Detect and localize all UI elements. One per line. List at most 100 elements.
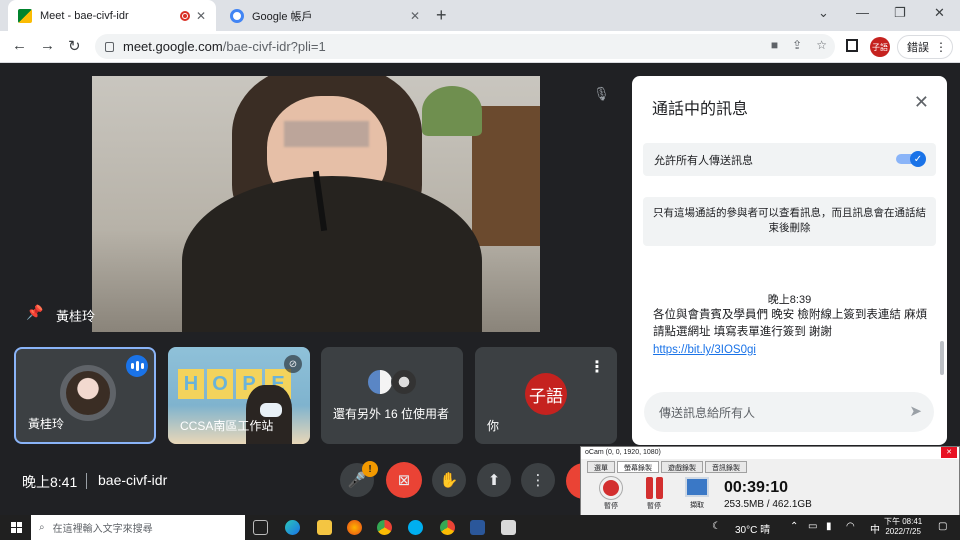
more-menu-icon: ⋮ [935, 40, 947, 54]
share-icon[interactable]: ⇪ [792, 38, 802, 52]
camera-icon[interactable]: ■ [771, 38, 778, 52]
camera-off-icon: ⊠ [397, 472, 411, 489]
taskbar: ⌕ 在這裡輸入文字來搜尋 ☾ 30°C 晴 ⌃ ▭ ▮ ◠ 中 下午 08:41… [0, 515, 960, 540]
close-window-icon[interactable]: ✕ [934, 5, 945, 21]
url-path: /bae-civf-idr?pli=1 [222, 39, 326, 54]
warning-badge: ! [362, 461, 378, 477]
minimize-icon[interactable]: — [856, 5, 869, 20]
lock-icon [105, 41, 114, 52]
mic-off-icon: ⊘ [284, 355, 302, 373]
task-view-icon[interactable] [253, 520, 268, 535]
ocam-window: oCam (0, 0, 1920, 1080) ✕ 選單 螢幕錄製 遊戲錄製 音… [580, 446, 960, 516]
address-bar[interactable]: meet.google.com/bae-civf-idr?pli=1 ■ ⇪ ☆ [95, 34, 835, 59]
taskbar-search[interactable]: ⌕ 在這裡輸入文字來搜尋 [31, 515, 245, 540]
send-icon[interactable]: ➤ [909, 402, 922, 420]
maximize-icon[interactable]: ❐ [894, 5, 906, 21]
ocam-app-icon[interactable] [501, 520, 516, 535]
participant-name: 還有另外 16 位使用者 [333, 407, 450, 421]
avatar: 子語 [525, 373, 567, 415]
participant-tile[interactable]: 還有另外 16 位使用者 [321, 347, 463, 444]
ocam-tab-menu[interactable]: 選單 [587, 461, 615, 473]
main-video [92, 76, 540, 332]
error-label: 錯誤 [907, 42, 929, 54]
ocam-tab-game[interactable]: 遊戲錄製 [661, 461, 703, 473]
wifi-icon[interactable]: ◠ [846, 521, 855, 532]
meeting-code: bae-civf-idr [98, 472, 168, 488]
monitor-icon [685, 477, 709, 497]
divider [86, 473, 87, 489]
camera-off-button[interactable]: ⊠ [386, 462, 422, 498]
forward-icon[interactable]: → [40, 37, 55, 54]
browser-toolbar: ← → ↻ meet.google.com/bae-civf-idr?pli=1… [0, 31, 960, 63]
side-panel-icon[interactable] [846, 39, 858, 52]
tab-google-account[interactable]: Google 帳戶 ✕ [220, 0, 430, 31]
participant-tile[interactable]: ⋮ 子語 你 [475, 347, 617, 444]
chevron-down-icon[interactable]: ⌄ [818, 5, 829, 21]
main-speaker-name: 黃桂玲 [56, 309, 96, 324]
weather-icon: ☾ [712, 521, 721, 532]
ocam-tab-screen[interactable]: 螢幕錄製 [617, 461, 659, 473]
info-notice: 只有這場通話的參與者可以查看訊息，而且訊息會在通話結束後刪除 [643, 197, 936, 246]
more-options-button[interactable]: ⋮ [521, 463, 555, 497]
ocam-stop-button[interactable]: 暫停 [596, 477, 626, 511]
present-button[interactable]: ⬆ [477, 463, 511, 497]
more-vert-icon: ⋮ [530, 472, 546, 489]
word-icon[interactable] [470, 520, 485, 535]
clock-time: 下午 08:41 [884, 517, 923, 526]
raise-hand-button[interactable]: ✋ [432, 463, 466, 497]
allow-messages-label: 允許所有人傳送訊息 [654, 154, 753, 167]
avatar [60, 365, 116, 421]
windows-start-icon[interactable] [11, 522, 22, 533]
tab-close-icon[interactable]: ✕ [410, 9, 420, 23]
message-input[interactable]: 傳送訊息給所有人 ➤ [644, 392, 934, 432]
participant-tile[interactable]: HOPE ⊘ CCSA南區工作站 [168, 347, 310, 444]
avatar [391, 369, 417, 395]
bookmark-star-icon[interactable]: ☆ [816, 38, 827, 52]
tab-meet[interactable]: Meet - bae-civf-idr ✕ [8, 0, 216, 31]
tray-chevron-icon[interactable]: ⌃ [790, 521, 798, 532]
reload-icon[interactable]: ↻ [68, 37, 81, 55]
battery-icon[interactable]: ▮ [826, 521, 832, 532]
participant-tile[interactable]: 黃桂玲 [14, 347, 156, 444]
file-explorer-icon[interactable] [317, 520, 332, 535]
ocam-button-label: 擷取 [690, 502, 704, 509]
network-icon[interactable]: ▭ [808, 521, 817, 532]
weather-text[interactable]: 30°C 晴 [735, 521, 770, 536]
close-icon[interactable]: ✕ [914, 92, 929, 113]
notification-icon[interactable]: ▢ [938, 521, 947, 532]
pin-icon[interactable]: 📌 [26, 304, 43, 320]
error-button[interactable]: 錯誤 ⋮ [897, 35, 953, 59]
allow-messages-toggle[interactable]: ✓ [896, 151, 926, 167]
present-icon: ⬆ [487, 472, 501, 489]
hand-icon: ✋ [439, 472, 459, 489]
skype-icon[interactable] [408, 520, 423, 535]
close-icon[interactable]: ✕ [941, 447, 957, 458]
recording-indicator-icon [179, 10, 190, 21]
chrome-icon[interactable] [377, 520, 392, 535]
chrome-alt-icon[interactable] [440, 520, 455, 535]
new-tab-icon[interactable]: + [436, 5, 447, 26]
ime-indicator[interactable]: 中 [870, 521, 880, 536]
edge-icon[interactable] [285, 520, 300, 535]
browser-tab-bar: Meet - bae-civf-idr ✕ Google 帳戶 ✕ + ⌄ — … [0, 0, 960, 31]
ocam-file-size: 253.5MB / 462.1GB [724, 499, 812, 510]
more-options-icon[interactable]: ⋮ [589, 357, 605, 377]
avatar [367, 369, 393, 395]
ocam-tabs: 選單 螢幕錄製 遊戲錄製 音訊錄製 [581, 459, 959, 473]
check-icon: ✓ [910, 151, 926, 167]
system-clock[interactable]: 下午 08:41 2022/7/25 [884, 517, 922, 537]
ocam-capture-button[interactable]: 擷取 [682, 477, 712, 510]
tab-close-icon[interactable]: ✕ [196, 9, 206, 23]
message-time: 晚上8:39 [767, 294, 812, 306]
scrollbar[interactable] [940, 341, 944, 375]
allow-messages-row: 允許所有人傳送訊息 ✓ [643, 143, 936, 176]
message-text: 各位與會貴賓及學員們 晚安 檢附線上簽到表連結 麻煩請點選網址 填寫表單進行簽到… [653, 309, 928, 338]
ocam-pause-button[interactable]: 暫停 [639, 477, 669, 511]
message-link[interactable]: https://bit.ly/3IOS0gi [653, 344, 756, 356]
firefox-icon[interactable] [347, 520, 362, 535]
back-icon[interactable]: ← [12, 37, 27, 54]
clock-date: 2022/7/25 [885, 527, 921, 536]
record-icon [600, 477, 622, 499]
profile-avatar[interactable]: 子語 [870, 37, 890, 57]
ocam-tab-audio[interactable]: 音訊錄製 [705, 461, 747, 473]
